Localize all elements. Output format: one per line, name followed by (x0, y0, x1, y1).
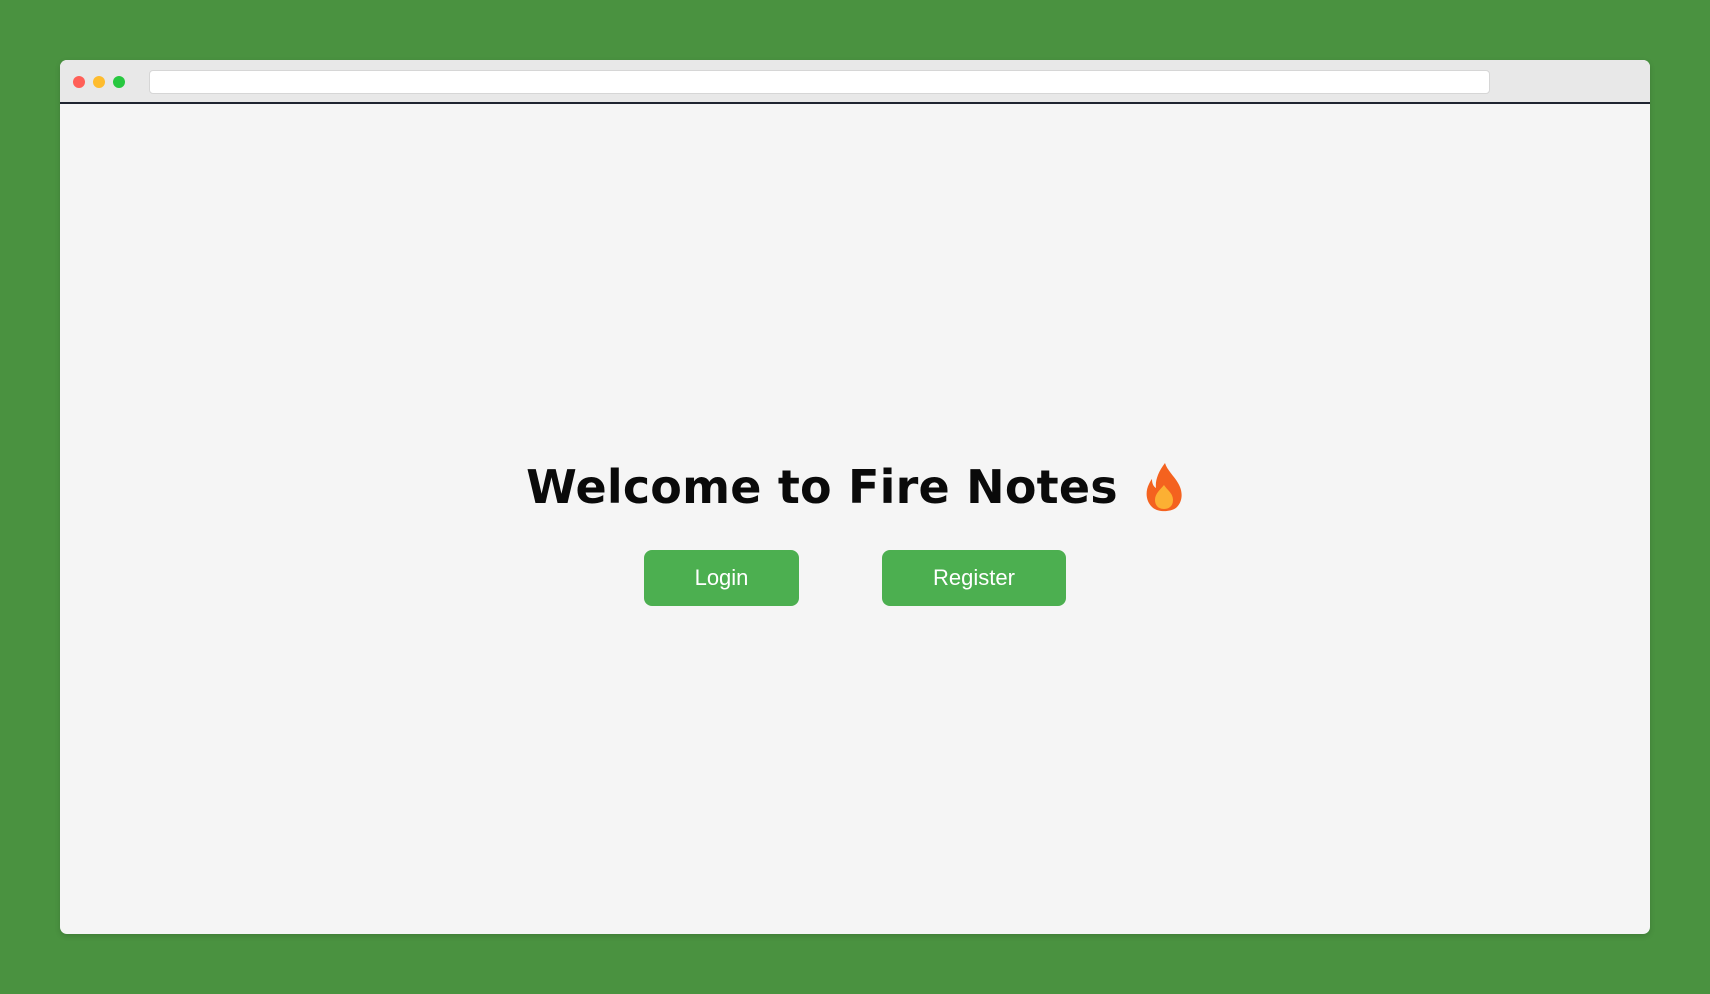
hero-section: Welcome to Fire Notes Login Register (60, 104, 1650, 934)
maximize-window-button[interactable] (113, 76, 125, 88)
close-window-button[interactable] (73, 76, 85, 88)
login-button[interactable]: Login (644, 550, 799, 606)
minimize-window-button[interactable] (93, 76, 105, 88)
browser-window: Welcome to Fire Notes Login Register (60, 60, 1650, 934)
title-row: Welcome to Fire Notes (526, 460, 1184, 514)
browser-title-bar (60, 60, 1650, 104)
page-title: Welcome to Fire Notes (526, 460, 1118, 514)
address-bar[interactable] (149, 70, 1490, 94)
fire-icon (1144, 461, 1184, 513)
page-content: Welcome to Fire Notes Login Register (60, 104, 1650, 934)
auth-buttons: Login Register (644, 550, 1066, 606)
register-button[interactable]: Register (882, 550, 1066, 606)
